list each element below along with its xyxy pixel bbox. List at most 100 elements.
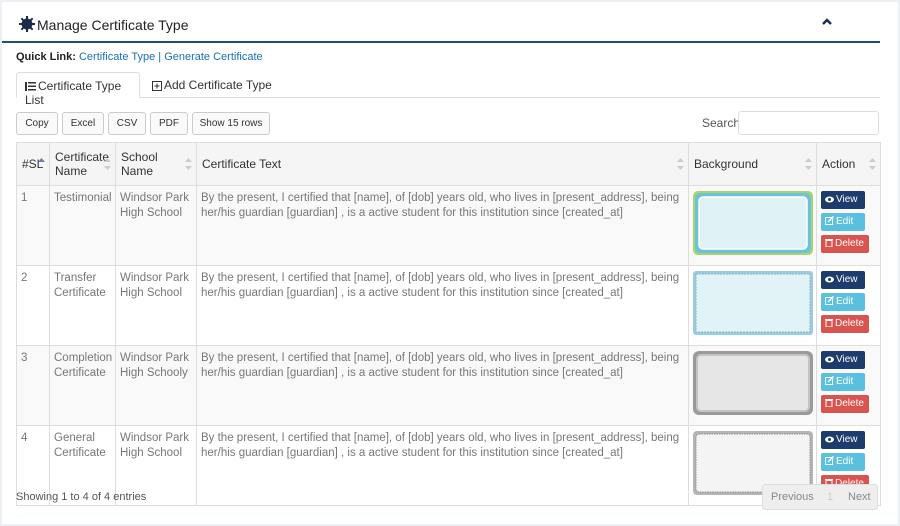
page-1-button[interactable]: 1 [827, 485, 833, 509]
delete-label: Delete [835, 318, 864, 329]
cell-actions: View Edit Delete [816, 185, 881, 266]
cell-actions: View Edit Delete [816, 345, 881, 426]
sort-icon [677, 158, 684, 170]
trash-icon [825, 399, 833, 408]
cell-certificate-name: Testimonial [49, 185, 116, 266]
column-header-certificate-text[interactable]: Certificate Text [196, 142, 689, 186]
cell-school-name: Windsor Park High Schooly [115, 345, 197, 426]
column-header-sl[interactable]: #SL [16, 142, 50, 186]
view-button[interactable]: View [821, 271, 865, 289]
header-name-label: Certificate Name [55, 150, 110, 178]
delete-button[interactable]: Delete [821, 395, 869, 413]
certificate-border-gray [693, 351, 813, 415]
cell-school-name: Windsor Park High School [115, 185, 197, 266]
tab-certificate-type-list[interactable]: Certificate Type List [16, 72, 140, 107]
cell-sl: 2 [16, 265, 50, 346]
edit-label: Edit [836, 376, 854, 387]
cell-school-name: Windsor Park High School [115, 265, 197, 346]
header-action-label: Action [822, 157, 856, 171]
certificate-type-link[interactable]: Certificate Type [79, 51, 155, 63]
quick-link-separator: | [158, 51, 162, 63]
certificate-type-table: #SL Certificate Name School Name Certifi… [16, 142, 881, 506]
quick-links: Quick Link: Certificate Type | Generate … [16, 51, 263, 63]
edit-button[interactable]: Edit [821, 293, 865, 311]
cell-sl: 1 [16, 185, 50, 266]
edit-icon [825, 215, 835, 225]
cell-background [688, 265, 817, 346]
delete-button[interactable]: Delete [821, 315, 869, 333]
eye-icon [825, 436, 834, 443]
excel-button[interactable]: Excel [62, 112, 104, 135]
view-button[interactable]: View [821, 191, 865, 209]
table-header-row: #SL Certificate Name School Name Certifi… [16, 142, 881, 186]
manage-certificate-panel: Manage Certificate Type Quick Link: Cert… [2, 2, 898, 524]
cell-certificate-name: Transfer Certificate [49, 265, 116, 346]
cell-background [688, 185, 817, 266]
csv-button[interactable]: CSV [108, 112, 146, 135]
generate-certificate-link[interactable]: Generate Certificate [164, 51, 262, 63]
delete-button[interactable]: Delete [821, 235, 869, 253]
trash-icon [825, 319, 833, 328]
edit-button[interactable]: Edit [821, 453, 865, 471]
certificate-border-blue-green [693, 191, 813, 255]
panel-header: Manage Certificate Type [2, 2, 880, 43]
chevron-up-icon[interactable] [820, 15, 834, 29]
column-header-school-name[interactable]: School Name [115, 142, 197, 186]
delete-label: Delete [835, 398, 864, 409]
certificate-border-light-blue [693, 271, 813, 335]
column-header-action[interactable]: Action [816, 142, 881, 186]
header-background-label: Background [694, 157, 759, 171]
plus-square-icon [152, 81, 162, 91]
edit-label: Edit [836, 296, 854, 307]
edit-button[interactable]: Edit [821, 373, 865, 391]
cell-background [688, 345, 817, 426]
column-header-background[interactable]: Background [688, 142, 817, 186]
list-icon [25, 82, 36, 91]
cell-certificate-text: By the present, I certified that [name],… [196, 265, 689, 346]
tab-add-certificate-type[interactable]: Add Certificate Type [144, 72, 280, 98]
quick-link-label: Quick Link: [16, 51, 76, 63]
pagination: Previous 1 Next [762, 484, 878, 510]
cell-certificate-text: By the present, I certified that [name],… [196, 425, 689, 506]
table-row: 2 Transfer Certificate Windsor Park High… [16, 265, 881, 346]
trash-icon [825, 239, 833, 248]
header-text-label: Certificate Text [202, 157, 282, 171]
eye-icon [825, 196, 834, 203]
tab-bar: Certificate Type List Add Certificate Ty… [16, 72, 880, 107]
cell-certificate-name: Completion Certificate [49, 345, 116, 426]
show-rows-button[interactable]: Show 15 rows [192, 112, 270, 135]
cell-certificate-text: By the present, I certified that [name],… [196, 345, 689, 426]
column-header-certificate-name[interactable]: Certificate Name [49, 142, 116, 186]
page-title: Manage Certificate Type [37, 17, 189, 33]
edit-button[interactable]: Edit [821, 213, 865, 231]
delete-label: Delete [835, 238, 864, 249]
view-label: View [836, 434, 858, 445]
sort-icon [185, 158, 192, 170]
view-button[interactable]: View [821, 431, 865, 449]
eye-icon [825, 356, 834, 363]
view-label: View [836, 274, 858, 285]
edit-label: Edit [836, 216, 854, 227]
sort-icon [869, 158, 876, 170]
view-button[interactable]: View [821, 351, 865, 369]
sort-asc-icon [38, 158, 45, 162]
gear-icon [19, 16, 35, 32]
edit-label: Edit [836, 456, 854, 467]
view-label: View [836, 194, 858, 205]
edit-icon [825, 295, 835, 305]
previous-button[interactable]: Previous [771, 485, 814, 509]
edit-icon [825, 455, 835, 465]
sort-icon [805, 158, 812, 170]
cell-sl: 3 [16, 345, 50, 426]
table-info: Showing 1 to 4 of 4 entries [16, 491, 147, 503]
view-label: View [836, 354, 858, 365]
copy-button[interactable]: Copy [16, 112, 58, 135]
tab-list-label: Certificate Type List [25, 79, 122, 107]
search-input[interactable] [738, 111, 879, 135]
table-row: 1 Testimonial Windsor Park High School B… [16, 185, 881, 266]
next-button[interactable]: Next [848, 485, 871, 509]
cell-actions: View Edit Delete [816, 265, 881, 346]
pdf-button[interactable]: PDF [150, 112, 188, 135]
table-row: 3 Completion Certificate Windsor Park Hi… [16, 345, 881, 426]
header-school-label: School Name [121, 150, 158, 178]
